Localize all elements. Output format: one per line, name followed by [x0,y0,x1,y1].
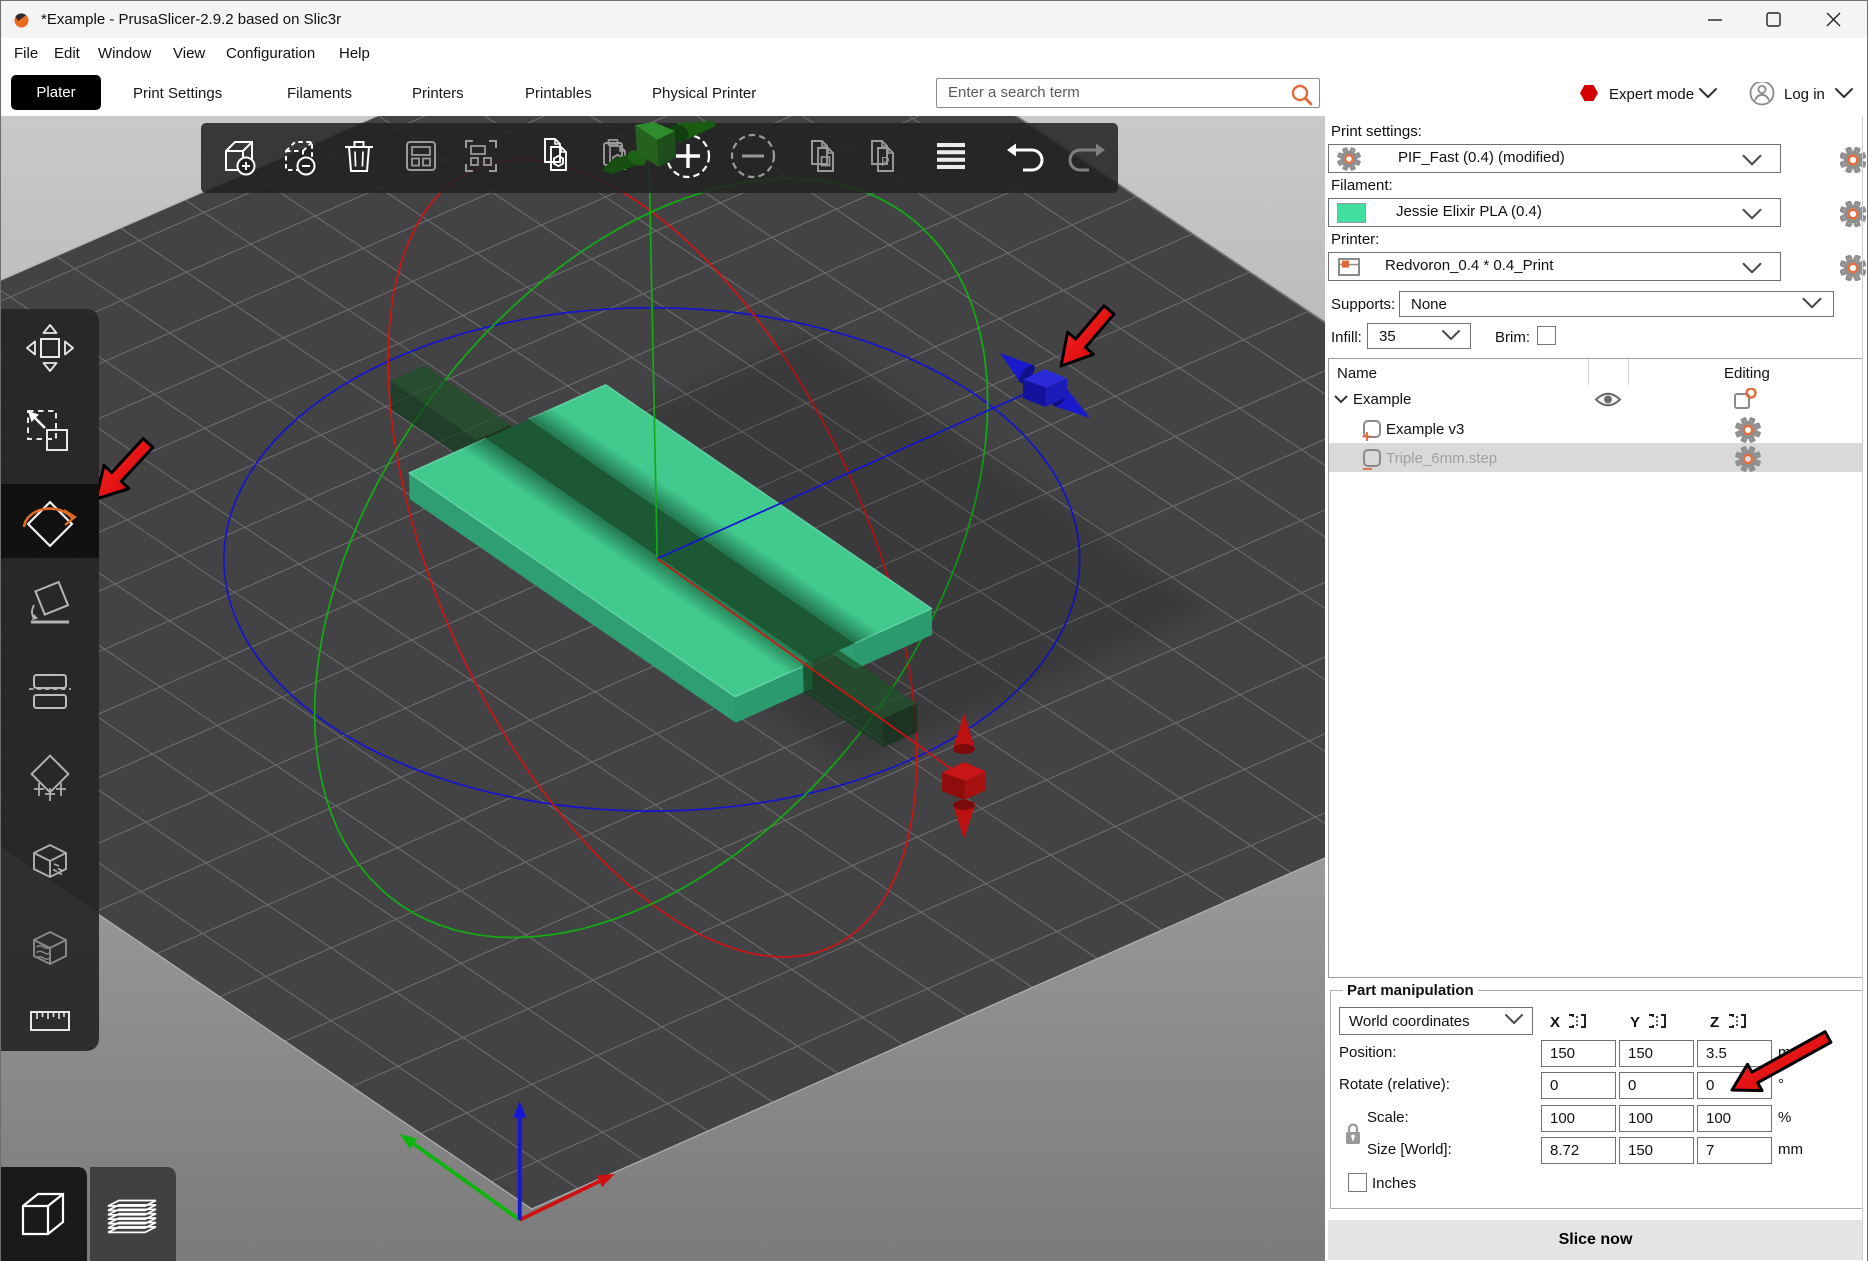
svg-text:P: P [881,154,890,169]
svg-text:Log in: Log in [1784,86,1825,103]
svg-text:Expert mode: Expert mode [1609,86,1694,103]
